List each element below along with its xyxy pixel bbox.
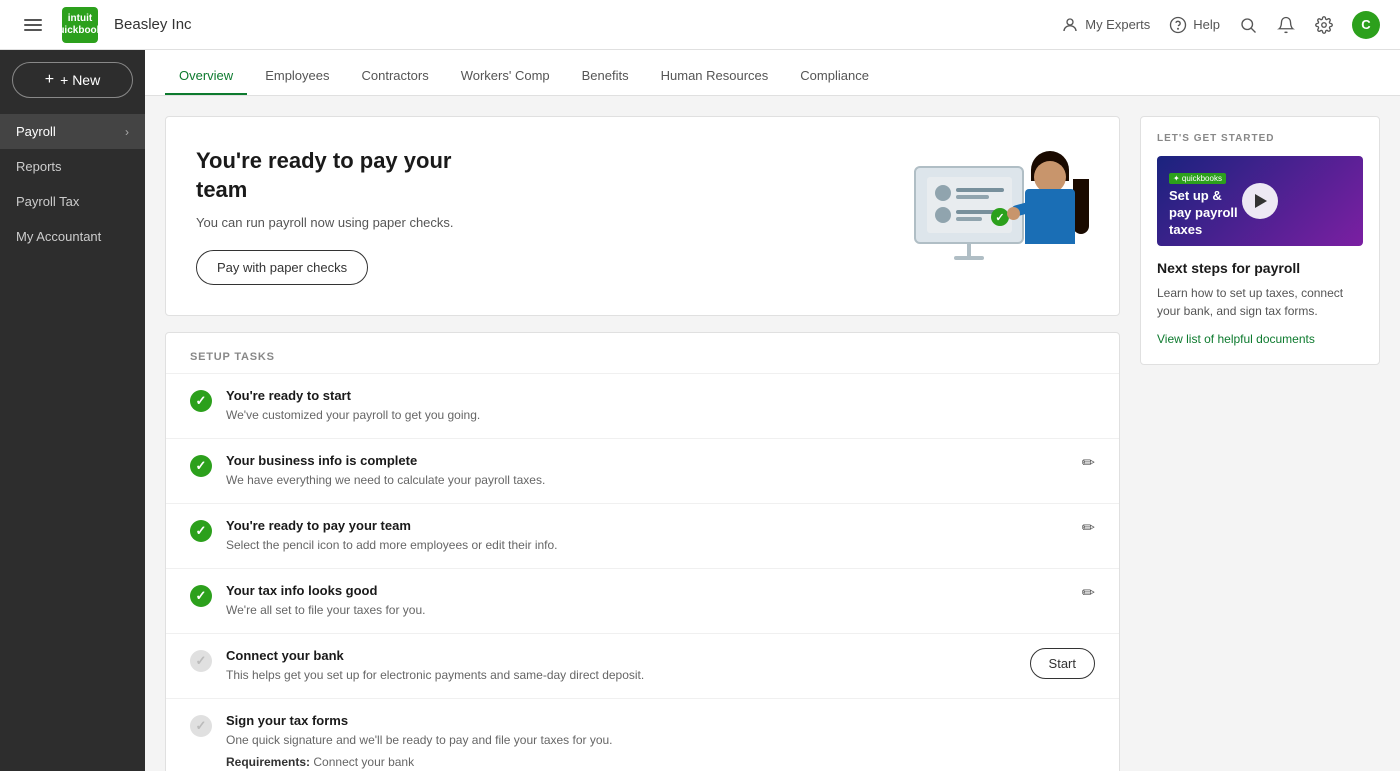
sidebar-item-reports[interactable]: Reports	[0, 149, 145, 184]
task-title-5: Connect your bank	[226, 648, 1016, 663]
task-title-3: You're ready to pay your team	[226, 518, 1068, 533]
hero-title: You're ready to pay your team	[196, 147, 456, 204]
task-title-4: Your tax info looks good	[226, 583, 1068, 598]
chevron-right-icon: ›	[125, 125, 129, 139]
task-done-icon-4	[190, 585, 212, 607]
notification-bell-icon[interactable]	[1276, 15, 1296, 35]
my-experts-button[interactable]: My Experts	[1060, 15, 1150, 35]
new-button[interactable]: + + New	[12, 62, 133, 98]
next-steps-desc: Learn how to set up taxes, connect your …	[1157, 284, 1363, 320]
task-desc-5: This helps get you set up for electronic…	[226, 666, 1016, 684]
task-action-2: ✏	[1082, 453, 1095, 473]
pay-with-paper-checks-button[interactable]: Pay with paper checks	[196, 250, 368, 285]
edit-pencil-icon-3[interactable]: ✏	[1082, 518, 1095, 538]
company-name: Beasley Inc	[114, 16, 192, 33]
video-title: Set up &pay payrolltaxes	[1169, 188, 1238, 239]
right-column: LET'S GET STARTED ✦ quickbooks Set up &p…	[1140, 116, 1380, 365]
task-done-icon-1	[190, 390, 212, 412]
tab-human-resources[interactable]: Human Resources	[647, 56, 783, 95]
my-experts-icon	[1060, 15, 1080, 35]
sidebar-item-payroll[interactable]: Payroll ›	[0, 114, 145, 149]
task-title-1: You're ready to start	[226, 388, 1095, 403]
setup-tasks-card: SETUP TASKS You're ready to start We've …	[165, 332, 1120, 771]
task-ready-to-pay: You're ready to pay your team Select the…	[166, 503, 1119, 568]
content-area: Overview Employees Contractors Workers' …	[145, 50, 1400, 771]
hamburger-menu[interactable]	[20, 15, 46, 35]
task-done-icon-3	[190, 520, 212, 542]
plus-icon: +	[45, 71, 54, 89]
task-tax-info: Your tax info looks good We're all set t…	[166, 568, 1119, 633]
tab-navigation: Overview Employees Contractors Workers' …	[145, 50, 1400, 96]
video-thumbnail[interactable]: ✦ quickbooks Set up &pay payrolltaxes	[1157, 156, 1363, 246]
hero-illustration: ✓	[909, 151, 1089, 281]
sidebar-item-my-accountant[interactable]: My Accountant	[0, 219, 145, 254]
edit-pencil-icon-4[interactable]: ✏	[1082, 583, 1095, 603]
play-triangle-icon	[1255, 194, 1267, 208]
sidebar-item-payroll-tax[interactable]: Payroll Tax	[0, 184, 145, 219]
next-steps-title: Next steps for payroll	[1157, 260, 1363, 276]
logo: intuitquickbooks	[62, 7, 98, 43]
hero-text: You're ready to pay your team You can ru…	[196, 147, 456, 284]
get-started-label: LET'S GET STARTED	[1157, 133, 1363, 144]
start-button[interactable]: Start	[1030, 648, 1095, 679]
main-content: You're ready to pay your team You can ru…	[145, 96, 1400, 771]
header-right: My Experts Help C	[1060, 11, 1380, 39]
task-done-icon-2	[190, 455, 212, 477]
task-action-3: ✏	[1082, 518, 1095, 538]
task-business-info: Your business info is complete We have e…	[166, 438, 1119, 503]
video-qb-badge: ✦ quickbooks	[1169, 173, 1226, 184]
task-desc-1: We've customized your payroll to get you…	[226, 406, 1095, 424]
quickbooks-logo-icon: intuitquickbooks	[62, 7, 98, 43]
left-column: You're ready to pay your team You can ru…	[165, 116, 1120, 771]
task-requirements-6: Requirements: Connect your bank	[226, 753, 1095, 771]
header-left: intuitquickbooks Beasley Inc	[20, 7, 192, 43]
tab-contractors[interactable]: Contractors	[348, 56, 443, 95]
help-button[interactable]: Help	[1168, 15, 1220, 35]
task-desc-6: One quick signature and we'll be ready t…	[226, 731, 1095, 749]
task-desc-4: We're all set to file your taxes for you…	[226, 601, 1068, 619]
task-action-5: Start	[1030, 648, 1095, 679]
task-ready-to-start: You're ready to start We've customized y…	[166, 373, 1119, 438]
tab-employees[interactable]: Employees	[251, 56, 343, 95]
avatar[interactable]: C	[1352, 11, 1380, 39]
tab-overview[interactable]: Overview	[165, 56, 247, 95]
setup-section-label: SETUP TASKS	[190, 351, 1095, 363]
settings-gear-icon[interactable]	[1314, 15, 1334, 35]
help-icon	[1168, 15, 1188, 35]
task-desc-3: Select the pencil icon to add more emplo…	[226, 536, 1068, 554]
task-action-4: ✏	[1082, 583, 1095, 603]
task-connect-bank: Connect your bank This helps get you set…	[166, 633, 1119, 698]
edit-pencil-icon-2[interactable]: ✏	[1082, 453, 1095, 473]
hero-subtitle: You can run payroll now using paper chec…	[196, 215, 456, 230]
task-title-6: Sign your tax forms	[226, 713, 1095, 728]
main-layout: + + New Payroll › Reports Payroll Tax My…	[0, 50, 1400, 771]
task-pending-icon-5	[190, 650, 212, 672]
task-pending-icon-6	[190, 715, 212, 737]
search-icon[interactable]	[1238, 15, 1258, 35]
sidebar: + + New Payroll › Reports Payroll Tax My…	[0, 50, 145, 771]
task-desc-2: We have everything we need to calculate …	[226, 471, 1068, 489]
view-docs-link[interactable]: View list of helpful documents	[1157, 332, 1315, 346]
task-title-2: Your business info is complete	[226, 453, 1068, 468]
hero-card: You're ready to pay your team You can ru…	[165, 116, 1120, 316]
setup-header: SETUP TASKS	[166, 333, 1119, 373]
task-sign-tax-forms: Sign your tax forms One quick signature …	[166, 698, 1119, 771]
get-started-card: LET'S GET STARTED ✦ quickbooks Set up &p…	[1140, 116, 1380, 365]
tab-compliance[interactable]: Compliance	[786, 56, 883, 95]
tab-benefits[interactable]: Benefits	[568, 56, 643, 95]
play-button[interactable]	[1242, 183, 1278, 219]
app-header: intuitquickbooks Beasley Inc My Experts …	[0, 0, 1400, 50]
tab-workers-comp[interactable]: Workers' Comp	[447, 56, 564, 95]
